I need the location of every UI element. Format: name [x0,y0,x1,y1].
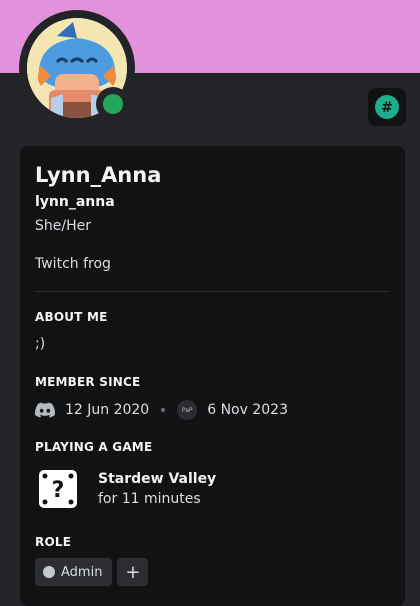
playing-game-heading: PLAYING A GAME [35,440,153,454]
svg-text:?: ? [52,478,65,503]
profile-badge[interactable]: # [368,88,406,126]
divider [35,291,389,292]
game-name: Stardew Valley [98,471,217,487]
display-name: Lynn_Anna [35,163,162,187]
game-time: for 11 minutes [98,491,201,507]
svg-text:#: # [381,100,393,116]
unknown-game-icon: ? [35,466,81,512]
about-me-heading: ABOUT ME [35,310,108,324]
game-activity[interactable]: ? Stardew Valley for 11 minutes [35,466,216,512]
member-since-heading: MEMBER SINCE [35,375,141,389]
pronouns: She/Her [35,218,91,234]
role-name: Admin [61,564,103,580]
role-color-dot [43,566,55,578]
online-status-icon [103,94,123,114]
member-since-row: 12 Jun 2020 PaP 6 Nov 2023 [35,399,288,421]
game-details: Stardew Valley for 11 minutes [98,471,216,507]
role-list: Admin + [35,558,149,586]
plus-icon: + [125,561,141,583]
server-icon[interactable]: PaP [177,400,198,420]
separator-dot [161,408,166,412]
server-join-date: 6 Nov 2023 [207,402,288,418]
discord-join-date: 12 Jun 2020 [65,402,150,418]
role-admin[interactable]: Admin [35,558,113,586]
add-role-button[interactable]: + [117,558,149,586]
discord-logo-icon [35,402,55,418]
username[interactable]: lynn_anna [35,194,115,210]
profile-card: Lynn_Anna lynn_anna She/Her Twitch frog … [20,146,405,606]
custom-status: Twitch frog [35,256,111,272]
about-me-text: ;) [35,336,46,352]
role-heading: ROLE [35,535,72,549]
hashtag-icon: # [375,95,399,119]
